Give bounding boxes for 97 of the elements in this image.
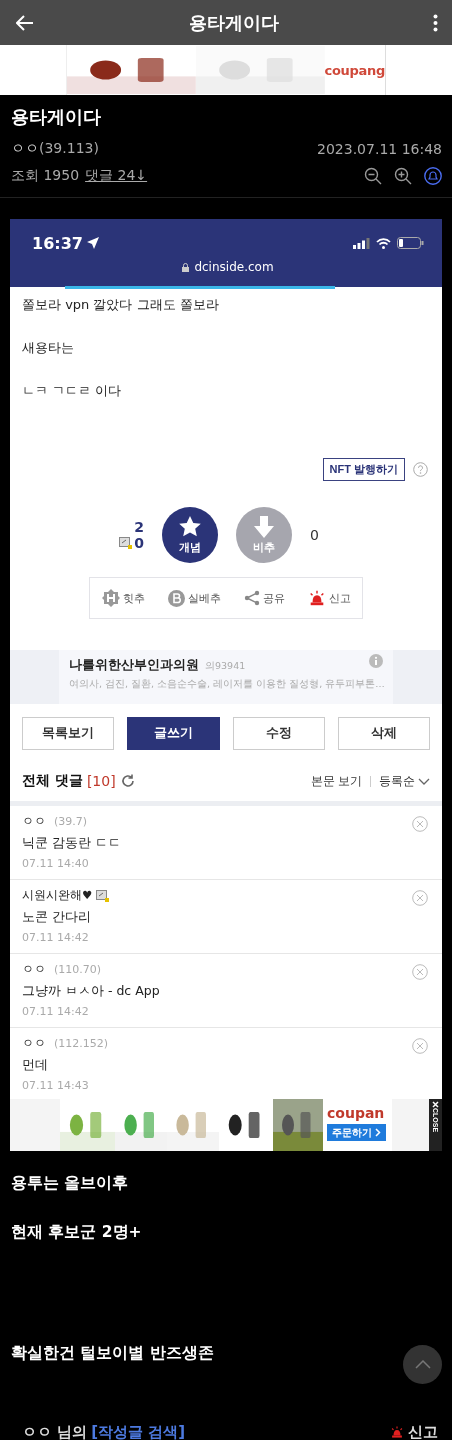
order-button[interactable]: 주문하기 (327, 1124, 386, 1141)
delete-comment-button[interactable] (412, 816, 428, 832)
board-button[interactable]: 수정 (232, 717, 325, 750)
sort-dropdown[interactable]: 등록순 (379, 772, 430, 790)
close-circle-icon (412, 816, 428, 832)
delete-comment-button[interactable] (412, 1038, 428, 1054)
author-label: ㅇㅇ 님의 (22, 1422, 88, 1440)
fixed-upvote-count: 0 (134, 535, 144, 551)
comment-time: 07.11 14:43 (22, 1079, 90, 1092)
comments-link[interactable]: 댓글 24↓ (85, 167, 148, 185)
down-arrow-icon (252, 515, 275, 538)
chevron-up-icon (414, 1360, 431, 1369)
ad-description: 여의사, 검진, 질환, 소음순수술, 레이저를 이용한 질성형, 유두피부톤… (69, 678, 383, 691)
comment-count: [10] (86, 773, 116, 789)
app-bar-title: 용타게이다 (188, 10, 279, 35)
comments-title: 전체 댓글 (22, 772, 83, 790)
post-title: 용타게이다 (11, 105, 102, 129)
notification-button[interactable] (424, 167, 442, 185)
lock-icon (182, 262, 190, 272)
comment-time: 07.11 14:40 (22, 857, 90, 870)
downvote-count: 0 (309, 527, 319, 543)
post-text: ㄴㅋ ㄱㄷㄹ 이다 (22, 382, 123, 400)
comment-ip: (112.152) (54, 1037, 109, 1050)
comment-author: 시원시완해♥ (22, 888, 93, 903)
comment-author: ㅇㅇ (22, 962, 46, 977)
action-button[interactable]: 공유 (243, 590, 285, 606)
action-button[interactable]: 힛추 (101, 589, 145, 607)
zoom-out-icon (364, 167, 382, 185)
ad-title: 나를위한산부인과의원 (69, 657, 199, 674)
help-icon[interactable] (413, 462, 428, 477)
url-text: dcinside.com (194, 260, 274, 274)
post-text: 용투는 올브이후 (11, 1173, 129, 1194)
search-posts-link[interactable]: [작성글 검색] (91, 1422, 186, 1440)
refresh-button[interactable] (120, 774, 135, 788)
post-text: 확실한건 털보이별 반즈생존 (11, 1343, 214, 1364)
delete-comment-button[interactable] (412, 890, 428, 906)
board-button[interactable]: 목록보기 (22, 717, 115, 750)
close-circle-icon (412, 964, 428, 980)
share-icon (243, 590, 260, 606)
comment-text: 먼데 (22, 1057, 49, 1074)
memo-icon (96, 889, 110, 902)
status-time: 16:37 (32, 233, 99, 253)
star-icon (177, 515, 202, 538)
comment-time: 07.11 14:42 (22, 1005, 90, 1018)
view-count: 조회 1950 (11, 167, 80, 185)
zoom-in-button[interactable] (394, 167, 412, 185)
close-circle-icon (412, 1038, 428, 1054)
ad-logo: coupan (327, 1105, 385, 1121)
post-text: 현재 후보군 2명+ (11, 1222, 142, 1243)
comment-text: 노콘 간다리 (22, 909, 92, 926)
signal-icon (353, 237, 370, 249)
back-arrow-icon (16, 14, 34, 31)
h-badge-icon (101, 589, 120, 607)
post-date: 2023.07.11 16:48 (317, 141, 442, 157)
refresh-icon (120, 774, 135, 788)
action-button[interactable]: 신고 (307, 589, 351, 607)
info-icon[interactable] (369, 654, 383, 668)
comment-author: ㅇㅇ (22, 1036, 46, 1051)
back-button[interactable] (16, 14, 34, 31)
post-text: 쫄보라 vpn 깔았다 그래도 쫄보라 (22, 296, 220, 314)
b-circle-icon (167, 589, 185, 607)
location-arrow-icon (86, 237, 99, 249)
ad-code: 의93941 (205, 660, 246, 673)
report-button[interactable]: 신고 (390, 1422, 438, 1440)
siren-icon (390, 1425, 404, 1439)
ad-logo: coupang (324, 62, 385, 78)
ad-card[interactable]: 나를위한산부인과의원 의93941 여의사, 검진, 질환, 소음순수술, 레이저를 이용한 질성형, 유두피부톤… (59, 650, 393, 704)
comment-ip: (110.70) (54, 963, 102, 976)
kebab-menu-icon (433, 13, 438, 32)
author-name: ㅇㅇ(39.113) (11, 140, 99, 158)
memo-icon (119, 537, 133, 549)
comment-time: 07.11 14:42 (22, 931, 90, 944)
close-icon (432, 1101, 439, 1108)
wifi-icon (376, 237, 391, 249)
view-post-button[interactable]: 본문 보기 (310, 772, 362, 790)
zoom-in-icon (394, 167, 412, 185)
comment-text: 닉쿤 감동란 ㄷㄷ (22, 835, 122, 852)
scroll-top-button[interactable] (403, 1345, 442, 1384)
board-button[interactable]: 글쓰기 (127, 717, 220, 750)
delete-comment-button[interactable] (412, 964, 428, 980)
comment-ip: (39.7) (54, 815, 88, 828)
battery-icon (397, 237, 424, 249)
board-button[interactable]: 삭제 (337, 717, 430, 750)
close-circle-icon (412, 890, 428, 906)
post-text: 새용타는 (22, 339, 75, 357)
bell-icon (424, 167, 442, 185)
comment-author: ㅇㅇ (22, 814, 46, 829)
chevron-right-icon (375, 1128, 381, 1137)
more-menu-button[interactable] (433, 13, 438, 32)
comment-text: 그냥까 ㅂㅅ아 - dc App (22, 983, 161, 1000)
upvote-count: 2 (134, 519, 144, 535)
action-button[interactable]: 실베추 (167, 589, 221, 607)
nft-button[interactable]: NFT 발행하기 (322, 458, 405, 481)
upvote-button[interactable]: 개념 (161, 507, 218, 563)
zoom-out-button[interactable] (364, 167, 382, 185)
product-ad[interactable]: coupan 주문하기 (60, 1099, 392, 1151)
chevron-down-icon (418, 777, 430, 785)
